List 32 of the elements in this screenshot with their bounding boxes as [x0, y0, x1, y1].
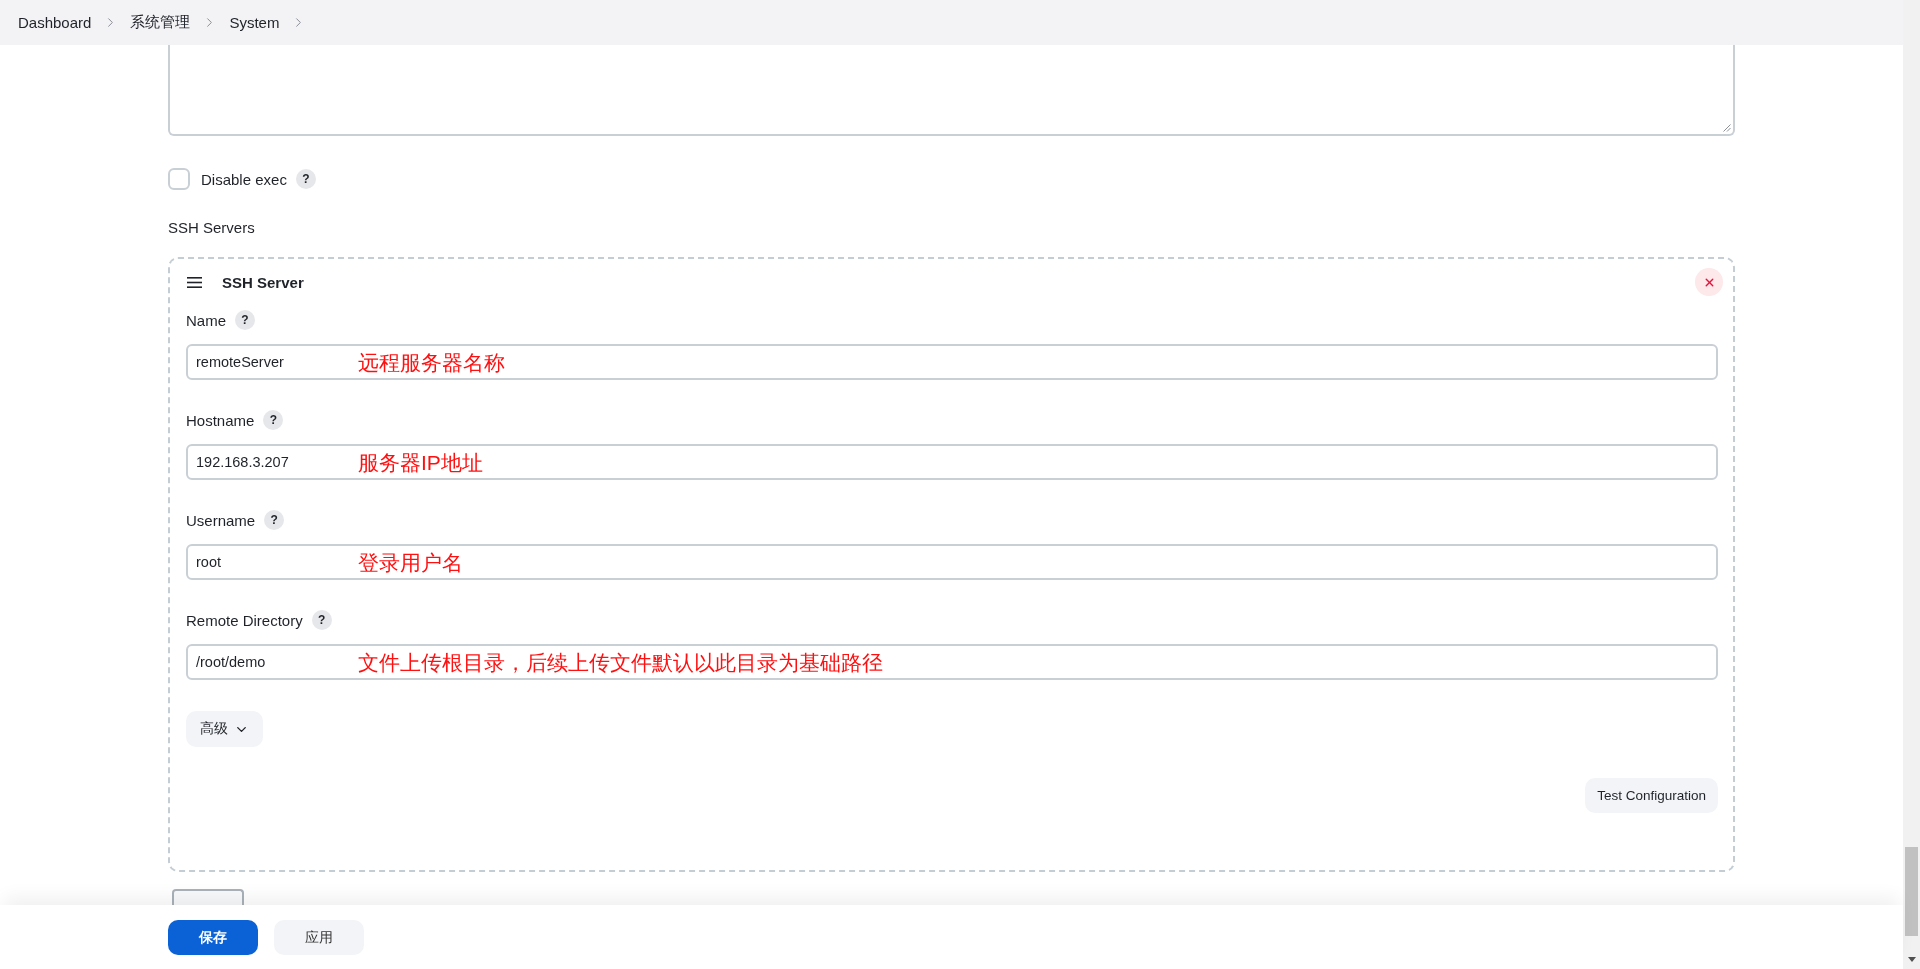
help-button[interactable]: ?	[235, 310, 255, 330]
menu-icon[interactable]	[187, 276, 202, 288]
apply-button[interactable]: 应用	[274, 920, 364, 955]
close-button[interactable]	[1695, 268, 1723, 296]
annotation-text: 远程服务器名称	[358, 349, 505, 376]
scrollbar-track[interactable]	[1903, 0, 1920, 969]
resize-handle-icon[interactable]	[1723, 124, 1731, 132]
field-label: Hostname	[186, 411, 255, 429]
field-label: Username	[186, 511, 256, 529]
save-button[interactable]: 保存	[168, 920, 258, 955]
checkbox-label[interactable]: Disable exec	[201, 170, 287, 188]
annotation-text: 服务器IP地址	[358, 449, 483, 476]
test-configuration-button[interactable]: Test Configuration	[1585, 778, 1718, 813]
section-label: SSH Servers	[168, 218, 255, 238]
field-label: Remote Directory	[186, 611, 303, 629]
advanced-button[interactable]: 高级	[186, 711, 263, 747]
breadcrumb-link[interactable]: 系统管理	[130, 13, 191, 32]
help-button[interactable]: ?	[311, 610, 332, 630]
annotation-text: 登录用户名	[358, 549, 463, 576]
checkbox[interactable]	[168, 168, 190, 190]
field-label: Name	[186, 311, 226, 329]
help-button[interactable]: ?	[295, 169, 316, 189]
breadcrumb-link[interactable]: System	[229, 14, 280, 31]
help-button[interactable]: ?	[264, 510, 285, 530]
card-title: SSH Server	[222, 273, 304, 291]
text-area[interactable]	[168, 45, 1735, 136]
add-button[interactable]	[172, 889, 244, 905]
breadcrumb-link[interactable]: Dashboard	[18, 14, 92, 31]
help-button[interactable]: ?	[263, 410, 284, 430]
scrollbar-thumb[interactable]	[1905, 847, 1918, 936]
annotation-text: 文件上传根目录，后续上传文件默认以此目录为基础路径	[358, 649, 883, 676]
scroll-down-arrow-icon[interactable]	[1907, 957, 1916, 962]
